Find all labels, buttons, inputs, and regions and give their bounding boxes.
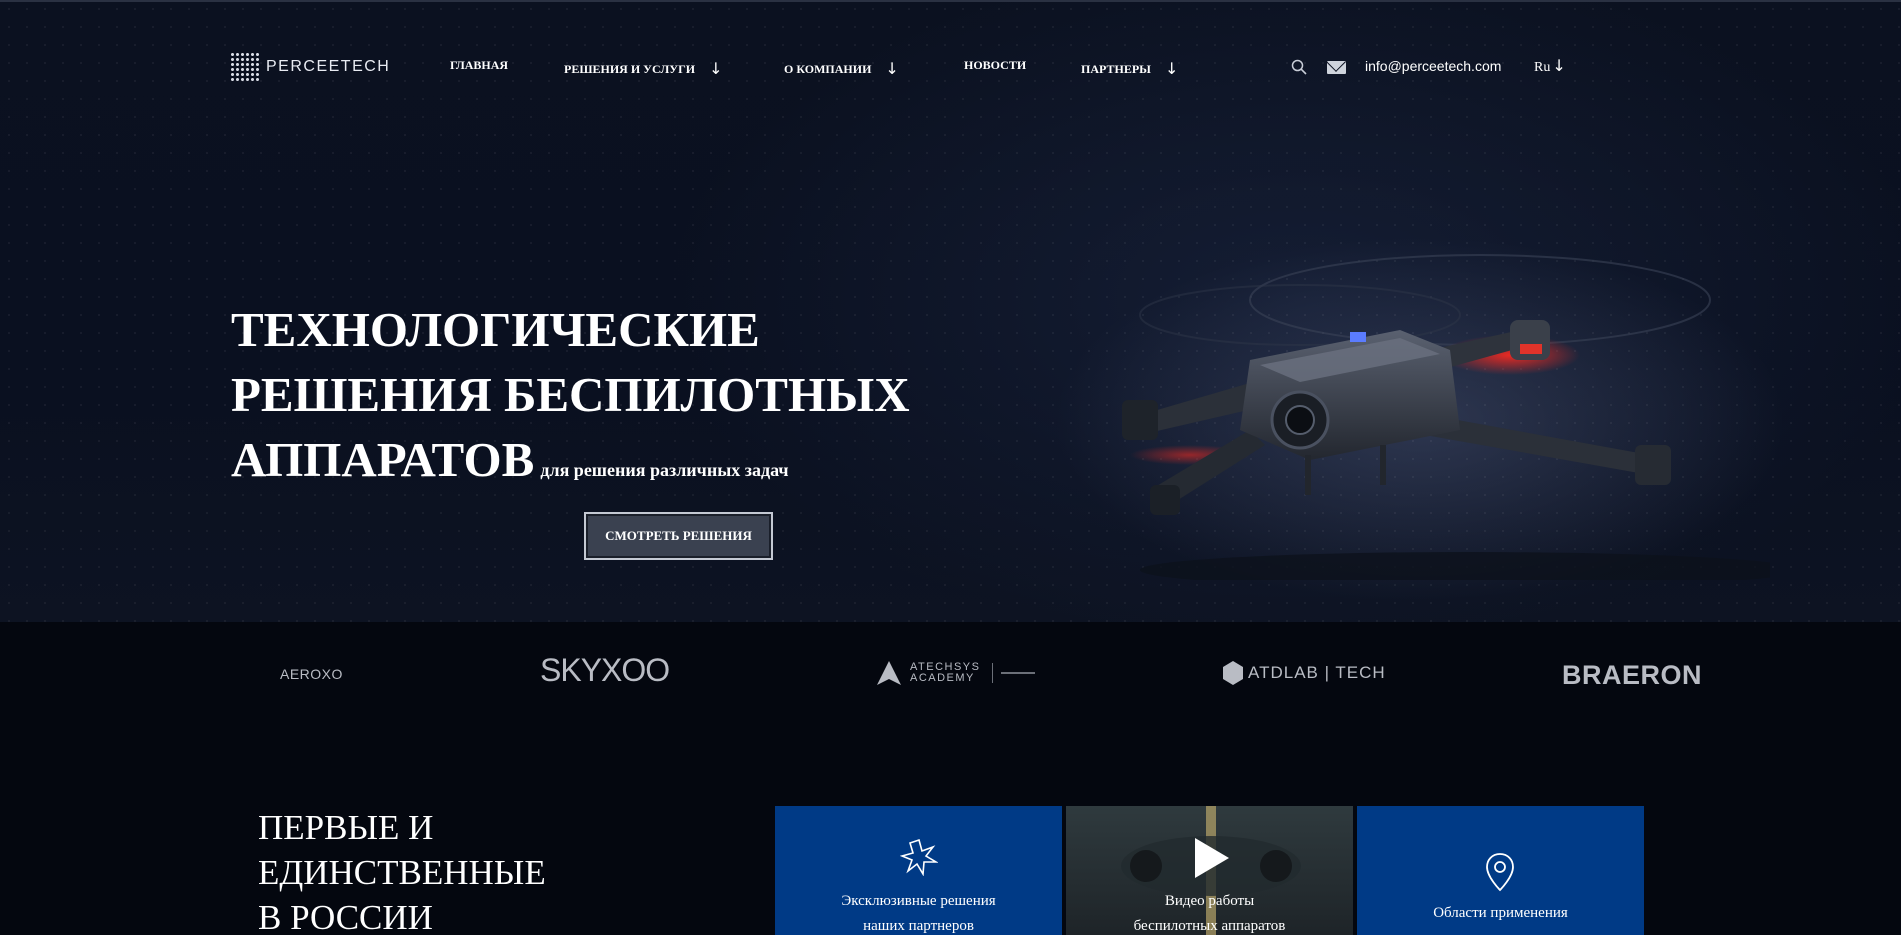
card-application-areas[interactable]: Области применения (1357, 806, 1644, 935)
about-title-line: ЕДИНСТВЕННЫЕ (258, 853, 546, 892)
chevron-down-icon: ↓ (1552, 56, 1566, 75)
partner-logo-atdlab[interactable]: ATDLAB | TECH (1222, 660, 1386, 686)
nav-item-label: ГЛАВНАЯ (450, 58, 509, 72)
about-title-line: ПЕРВЫЕ И (258, 808, 434, 847)
hero-title-line: АППАРАТОВ (231, 432, 535, 487)
language-selector[interactable]: Ru ↓ (1534, 56, 1566, 76)
partner-name: AEROXO (280, 666, 343, 682)
logo-icon (230, 52, 260, 82)
play-icon[interactable] (1191, 836, 1231, 880)
card-label: наших партнеров (863, 918, 974, 934)
partner-name: SKYXOO (540, 652, 670, 688)
card-label: Видео работы (1164, 893, 1255, 909)
card-video[interactable]: Видео работы беспилотных аппаратов (1066, 806, 1353, 935)
hexagon-logo-icon (1223, 661, 1243, 685)
card-exclusive-solutions[interactable]: Эксклюзивные решения наших партнеров (775, 806, 1062, 935)
sparkle-icon (900, 838, 938, 876)
chevron-down-icon: ↓ (709, 59, 723, 78)
brand-name: PERCEETECH (266, 58, 391, 75)
nav-item-label: О КОМПАНИИ (784, 62, 872, 76)
partner-name: BRAERON (1562, 660, 1703, 690)
nav-item-partners[interactable]: ПАРТНЕРЫ ↓ (1081, 58, 1179, 78)
contact-email[interactable]: info@perceetech.com (1365, 58, 1501, 74)
partner-logo-skyxoo[interactable]: SKYXOO (540, 652, 670, 689)
nav-item-home[interactable]: ГЛАВНАЯ (450, 58, 508, 73)
hero-title-line: РЕШЕНИЯ БЕСПИЛОТНЫХ (231, 367, 910, 422)
map-pin-icon (1486, 853, 1514, 892)
view-solutions-button[interactable]: СМОТРЕТЬ РЕШЕНИЯ (584, 512, 773, 560)
nav-item-label: РЕШЕНИЯ И УСЛУГИ (564, 62, 696, 76)
card-label: беспилотных аппаратов (1133, 918, 1286, 934)
partners-strip: AEROXO SKYXOO ATECHSYS ACADEMY ATDLAB | … (0, 622, 1901, 772)
about-title-line: В РОССИИ (258, 898, 433, 935)
top-navigation: PERCEETECH ГЛАВНАЯ РЕШЕНИЯ И УСЛУГИ ↓ О К… (0, 0, 1901, 135)
chevron-down-icon: ↓ (1164, 59, 1179, 78)
card-label: Эксклюзивные решения (841, 893, 996, 909)
search-icon[interactable] (1291, 59, 1307, 75)
chevron-down-icon: ↓ (885, 59, 899, 78)
hero-title-line: ТЕХНОЛОГИЧЕСКИЕ (231, 302, 760, 357)
card-label: Области применения (1433, 905, 1568, 921)
nav-item-label: ПАРТНЕРЫ (1081, 62, 1151, 76)
hero-subtitle: для решения различных задач (540, 460, 789, 480)
partner-name: ATECHSYS ACADEMY (910, 661, 981, 684)
mail-icon (1327, 61, 1346, 74)
nav-item-solutions[interactable]: РЕШЕНИЯ И УСЛУГИ ↓ (564, 58, 723, 78)
partner-logo-braeron[interactable]: BRAERON (1562, 660, 1702, 691)
partner-logo-aeroxo[interactable]: AEROXO (280, 666, 343, 682)
nav-item-news[interactable]: НОВОСТИ (964, 58, 1026, 73)
language-label: Ru (1534, 60, 1551, 75)
nav-item-about[interactable]: О КОМПАНИИ ↓ (784, 58, 899, 78)
partner-logo-atechsys[interactable]: ATECHSYS ACADEMY (876, 660, 1035, 686)
triangle-logo-icon (877, 661, 901, 685)
drone-image (1122, 254, 1770, 580)
brand-logo[interactable]: PERCEETECH (230, 52, 390, 82)
nav-item-label: НОВОСТИ (964, 58, 1027, 72)
hero-title: ТЕХНОЛОГИЧЕСКИЕ РЕШЕНИЯ БЕСПИЛОТНЫХ АППА… (231, 297, 910, 503)
about-title: ПЕРВЫЕ И ЕДИНСТВЕННЫЕ В РОССИИ (258, 805, 546, 935)
partner-name: ATDLAB | TECH (1248, 663, 1386, 682)
